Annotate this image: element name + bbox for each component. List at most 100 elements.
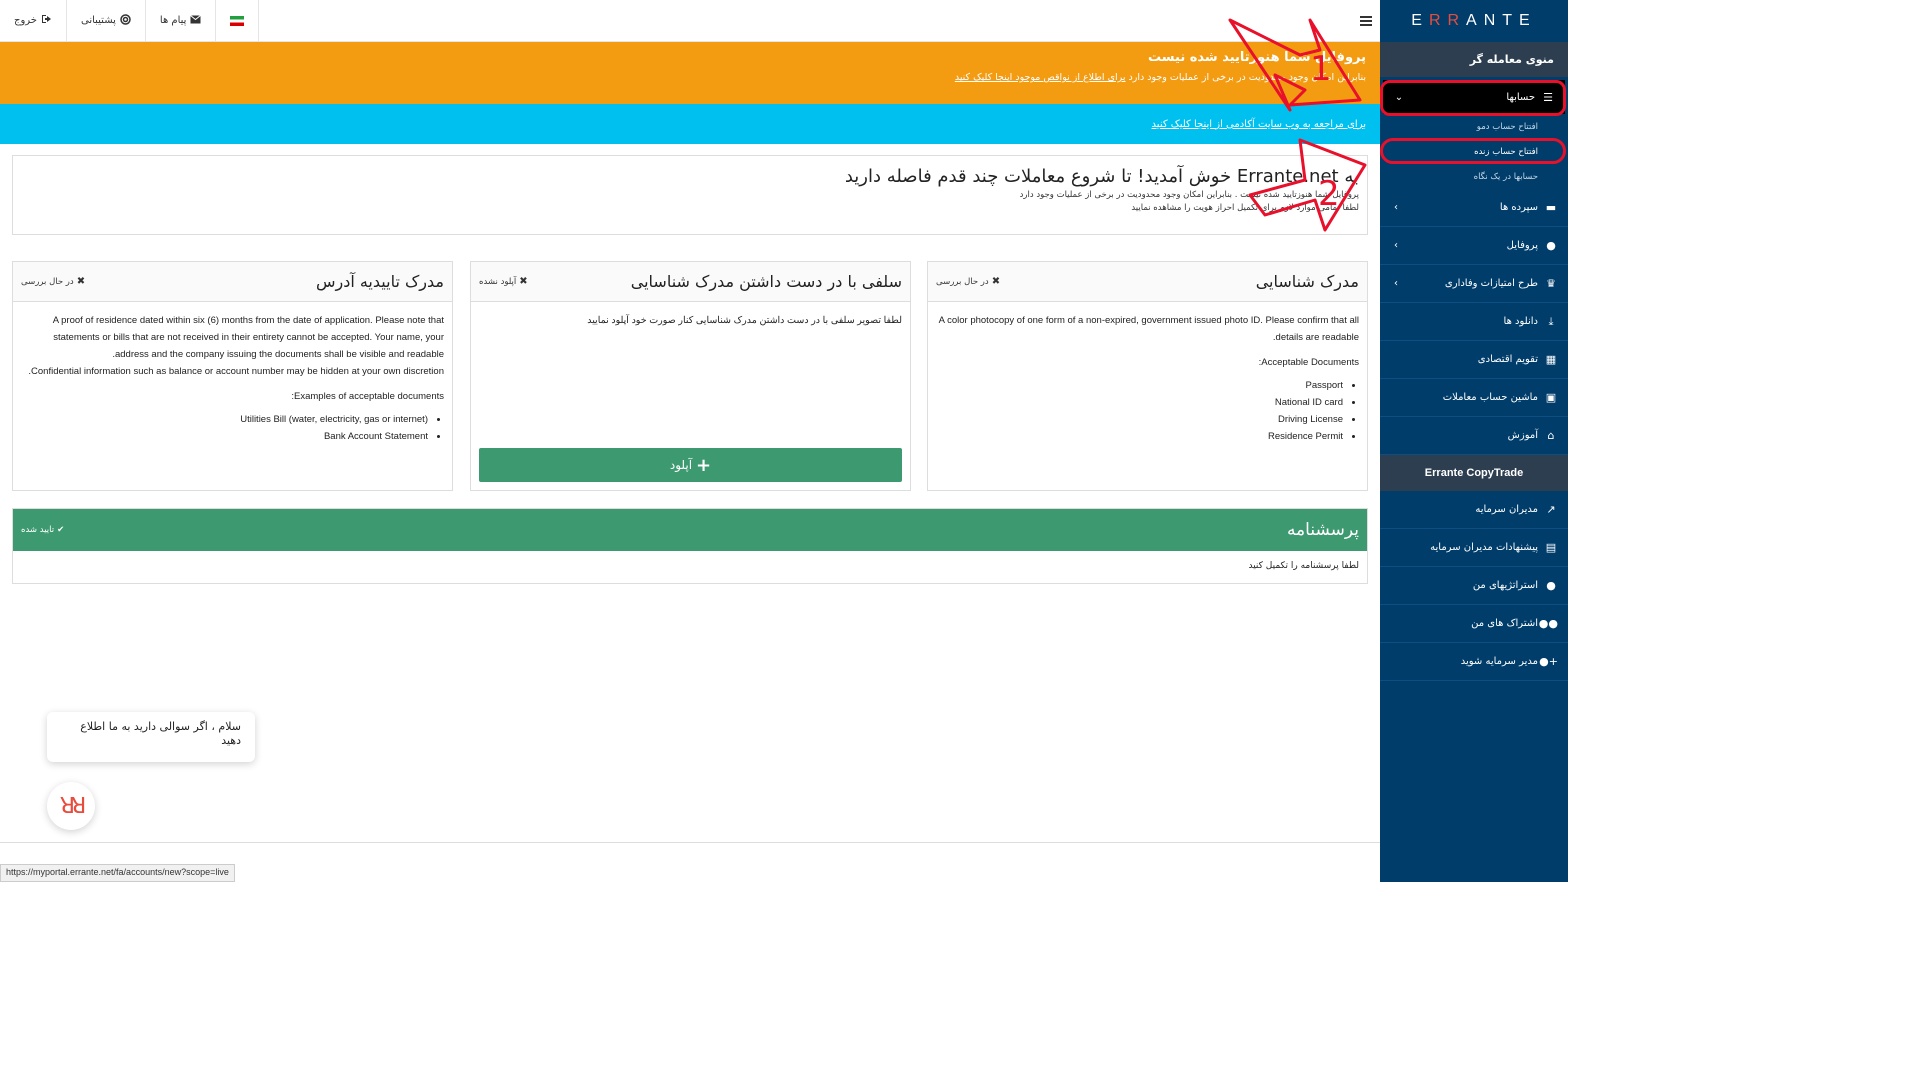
user-plus-icon: +● — [1539, 655, 1558, 668]
card-body: لطفا تصویر سلفی با در دست داشتن مدرک شنا… — [471, 302, 910, 339]
sidebar: E RR ANTE منوی معامله گر ☰ حسابها ⌄ افتتاح… — [1380, 0, 1568, 882]
sidebar-item-label: دانلود ها — [1503, 316, 1538, 327]
card-body: A proof of residence dated within six (6… — [13, 302, 452, 455]
sidebar-item-label: مدیر سرمایه شوید — [1460, 656, 1538, 667]
user-tie-icon: ● — [1546, 579, 1556, 592]
chevron-left-icon: › — [1394, 240, 1398, 251]
card-header: ✖ در حال بررسی مدرک شناسایی — [928, 262, 1367, 302]
document-list: Passport National ID card Driving Licens… — [936, 377, 1359, 445]
sub-item-live-account[interactable]: افتتاح حساب زنده — [1380, 139, 1568, 164]
welcome-title: به Errante.net خوش آمدید! تا شروع معاملا… — [844, 166, 1359, 187]
document-list: Utilities Bill (water, electricity, gas … — [21, 411, 444, 445]
sub-item-demo-account[interactable]: افتتاح حساب دمو — [1380, 114, 1568, 139]
messages-label: پیام ها — [159, 15, 187, 26]
questionnaire-body: لطفا پرسشنامه را تکمیل کنید — [1248, 561, 1359, 571]
card-paragraph: لطفا تصویر سلفی با در دست داشتن مدرک شنا… — [587, 315, 902, 326]
sidebar-item-label: سپرده ها — [1499, 202, 1538, 213]
academy-link[interactable]: برای مراجعه به وب سایت آکادمی از اینجا ک… — [1152, 119, 1366, 130]
life-ring-icon — [120, 13, 131, 28]
sidebar-item-accounts[interactable]: ☰ حسابها ⌄ — [1383, 80, 1565, 114]
sidebar-item-copy-4[interactable]: +● مدیر سرمایه شوید — [1380, 643, 1568, 681]
academy-banner: برای مراجعه به وب سایت آکادمی از اینجا ک… — [0, 104, 1380, 144]
status-badge: ✖ آپلود نشده — [479, 276, 528, 287]
chevron-left-icon: › — [1394, 202, 1398, 213]
upload-label: آپلود — [669, 458, 693, 472]
list-item: National ID card — [936, 394, 1343, 411]
briefcase-icon: ▤ — [1545, 541, 1557, 554]
card-subheading: Acceptable Documents: — [1258, 357, 1359, 368]
status-label: تایید شده — [21, 525, 55, 535]
chat-bubble[interactable]: سلام ، اگر سوالی دارید به ما اطلاع دهید — [47, 712, 255, 762]
sidebar-item-main-6[interactable]: ⌂ آموزش — [1380, 417, 1568, 455]
status-badge: ✔ تایید شده — [21, 525, 64, 535]
card-paragraph-2: Confidential information such as balance… — [28, 366, 444, 377]
messages-link[interactable]: پیام ها — [146, 0, 217, 42]
logout-link[interactable]: خروج — [0, 0, 67, 42]
logo-part: ANTE — [1466, 12, 1537, 29]
sidebar-item-main-5[interactable]: ▣ ماشین حساب معاملات — [1380, 379, 1568, 417]
status-label: در حال بررسی — [936, 276, 989, 287]
sidebar-item-main-2[interactable]: ♛ طرح امتیازات وفاداری › — [1380, 265, 1568, 303]
card-header: ✖ در حال بررسی مدرک تاییدیه آدرس — [13, 262, 452, 302]
banner-title: پروفایل شما هنوزتایید شده نیست — [1148, 50, 1366, 65]
card-paragraph: A color photocopy of one form of a non-e… — [938, 315, 1359, 343]
iran-flag-icon — [230, 15, 245, 26]
sidebar-item-label: طرح امتیازات وفاداری — [1444, 278, 1538, 289]
questionnaire-header: ✔ تایید شده پرسشنامه — [13, 509, 1367, 551]
download-icon: ⤓ — [1548, 314, 1554, 328]
card-title: مدرک تاییدیه آدرس — [315, 272, 444, 291]
support-label: پشتیبانی — [80, 15, 116, 26]
status-badge: ✖ در حال بررسی — [21, 276, 85, 287]
list-icon: ☰ — [1543, 90, 1553, 104]
card-header: ✖ آپلود نشده سلفی با در دست داشتن مدرک ش… — [471, 262, 910, 302]
check-icon: ✔ — [57, 525, 65, 535]
sidebar-item-label: اشتراک های من — [1471, 618, 1538, 629]
errante-logo: E RR ANTE — [1380, 0, 1568, 42]
calculator-icon: ▣ — [1545, 391, 1557, 404]
support-link[interactable]: پشتیبانی — [67, 0, 146, 42]
wallet-icon: ▬ — [1545, 201, 1557, 214]
address-proof-card: ✖ در حال بررسی مدرک تاییدیه آدرس A proof… — [12, 261, 453, 491]
card-paragraph: A proof of residence dated within six (6… — [52, 315, 444, 360]
sidebar-item-label: مدیران سرمایه — [1475, 504, 1538, 515]
language-selector[interactable] — [216, 0, 260, 42]
logo-rr: RR — [1428, 12, 1467, 29]
welcome-line1: پروفایل شما هنوزتایید شده نیست . بنابرای… — [1019, 190, 1359, 200]
upload-button[interactable]: آپلود + — [479, 448, 902, 482]
sidebar-item-label: تقویم اقتصادی — [1477, 354, 1538, 365]
sidebar-item-copy-2[interactable]: ● استراتژیهای من — [1380, 567, 1568, 605]
status-badge: ✖ در حال بررسی — [936, 276, 1000, 287]
logo-part: E — [1411, 12, 1429, 29]
chat-launcher-logo-icon[interactable]: ꓤꓤ — [47, 782, 95, 830]
sidebar-item-main-0[interactable]: ▬ سپرده ها › — [1380, 189, 1568, 227]
sidebar-item-copy-1[interactable]: ▤ پیشنهادات مدیران سرمایه — [1380, 529, 1568, 567]
deficiencies-link[interactable]: برای اطلاع از نواقص موجود اینجا کلیک کنی… — [955, 72, 1126, 83]
status-label: در حال بررسی — [21, 276, 74, 287]
accounts-submenu: افتتاح حساب دمو افتتاح حساب زنده حسابها … — [1380, 114, 1568, 189]
top-navbar: خروج پشتیبانی پیام ها — [0, 0, 1380, 42]
chevron-left-icon: › — [1394, 278, 1398, 289]
trader-menu-title: منوی معامله گر — [1380, 42, 1568, 77]
status-label: آپلود نشده — [479, 276, 517, 287]
sidebar-item-copy-3[interactable]: ●● اشتراک های من — [1380, 605, 1568, 643]
plus-icon: + — [696, 454, 712, 476]
sidebar-item-main-1[interactable]: ● پروفایل › — [1380, 227, 1568, 265]
id-document-card: ✖ در حال بررسی مدرک شناسایی A color phot… — [927, 261, 1368, 491]
list-item: Bank Account Statement — [21, 428, 428, 445]
questionnaire-title: پرسشنامه — [1286, 520, 1359, 540]
x-icon: ✖ — [991, 276, 1001, 287]
questionnaire-card: ✔ تایید شده پرسشنامه لطفا پرسشنامه را تک… — [12, 508, 1368, 584]
sidebar-item-copy-0[interactable]: ↗ مدیران سرمایه — [1380, 491, 1568, 529]
sidebar-item-label: پیشنهادات مدیران سرمایه — [1430, 542, 1538, 553]
selfie-card: ✖ آپلود نشده سلفی با در دست داشتن مدرک ش… — [470, 261, 911, 491]
sidebar-item-label: پروفایل — [1506, 240, 1538, 251]
user-icon: ● — [1546, 239, 1556, 252]
hamburger-icon[interactable] — [1360, 14, 1372, 30]
users-icon: ●● — [1538, 617, 1558, 630]
bank-icon: ⌂ — [1547, 429, 1555, 442]
sidebar-item-main-3[interactable]: ⤓ دانلود ها — [1380, 303, 1568, 341]
sub-item-accounts-overview[interactable]: حسابها در یک نگاه — [1380, 164, 1568, 189]
sidebar-item-main-4[interactable]: ▦ تقویم اقتصادی — [1380, 341, 1568, 379]
status-bar-url: https://myportal.errante.net/fa/accounts… — [0, 864, 235, 882]
sidebar-item-label: حسابها — [1506, 91, 1535, 103]
